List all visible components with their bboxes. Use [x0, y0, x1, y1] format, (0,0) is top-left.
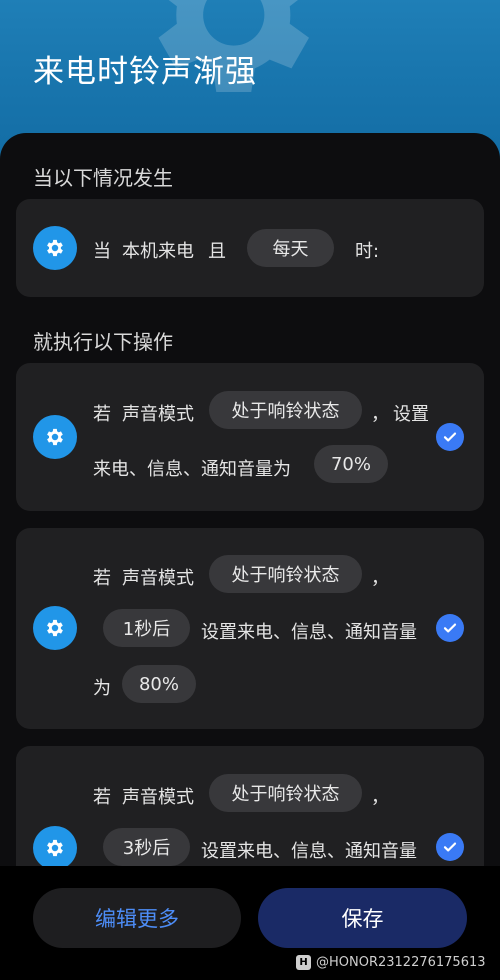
condition-label[interactable]: 声音模式	[122, 783, 194, 809]
action-3-checkbox[interactable]	[436, 833, 464, 861]
set-label: 设置	[393, 404, 429, 425]
volume-value-chip[interactable]: 70%	[314, 445, 388, 483]
delay-chip[interactable]: 3秒后	[103, 828, 190, 866]
action-card-1[interactable]: 若 声音模式 处于响铃状态 ， 设置 来电、信息、通知音量为 70%	[16, 363, 484, 511]
check-icon	[443, 842, 457, 852]
to-label: 为	[93, 678, 111, 699]
and-label: 且	[208, 241, 226, 262]
trigger-card[interactable]: 当 本机来电 且 每天 时:	[16, 199, 484, 297]
if-label: 若	[93, 787, 111, 808]
action-1-settings-button[interactable]	[33, 415, 77, 459]
trigger-settings-button[interactable]	[33, 226, 77, 270]
save-button[interactable]: 保存	[258, 888, 467, 948]
trigger-section-label: 当以下情况发生	[33, 166, 173, 190]
condition-label[interactable]: 声音模式	[122, 564, 194, 590]
edit-more-button[interactable]: 编辑更多	[33, 888, 241, 948]
action-3-settings-button[interactable]	[33, 826, 77, 870]
volume-value-chip[interactable]: 80%	[122, 665, 196, 703]
condition-chip[interactable]: 处于响铃状态	[209, 774, 362, 812]
action-2-checkbox[interactable]	[436, 614, 464, 642]
gear-icon	[47, 619, 63, 637]
target-label[interactable]: 设置来电、信息、通知音量	[201, 837, 417, 863]
condition-chip[interactable]: 处于响铃状态	[209, 391, 362, 429]
condition-chip[interactable]: 处于响铃状态	[209, 555, 362, 593]
event-label[interactable]: 本机来电	[122, 237, 194, 263]
time-suffix-label: 时:	[355, 241, 380, 262]
check-icon	[443, 623, 457, 633]
action-card-2[interactable]: 若 声音模式 处于响铃状态 ， 1秒后 设置来电、信息、通知音量 为 80%	[16, 528, 484, 729]
action-1-checkbox[interactable]	[436, 423, 464, 451]
actions-section-label: 就执行以下操作	[33, 330, 173, 354]
honor-logo-icon: H	[296, 955, 311, 970]
comma-label: ，	[371, 404, 389, 425]
action-2-settings-button[interactable]	[33, 606, 77, 650]
comma-label: ，	[371, 787, 389, 808]
page-title: 来电时铃声渐强	[33, 54, 257, 90]
gear-icon	[47, 839, 63, 857]
watermark-text: @HONOR2312276175613	[316, 955, 486, 970]
if-label: 若	[93, 568, 111, 589]
schedule-chip[interactable]: 每天	[247, 229, 334, 267]
watermark: H @HONOR2312276175613	[296, 955, 486, 970]
target-label[interactable]: 设置来电、信息、通知音量	[201, 618, 417, 644]
gear-icon	[47, 239, 63, 257]
gear-icon	[47, 428, 63, 446]
check-icon	[443, 432, 457, 442]
delay-chip[interactable]: 1秒后	[103, 609, 190, 647]
comma-label: ，	[371, 568, 389, 589]
when-label: 当	[93, 241, 111, 262]
target-label[interactable]: 来电、信息、通知音量为	[93, 455, 291, 481]
condition-label[interactable]: 声音模式	[122, 400, 194, 426]
if-label: 若	[93, 404, 111, 425]
